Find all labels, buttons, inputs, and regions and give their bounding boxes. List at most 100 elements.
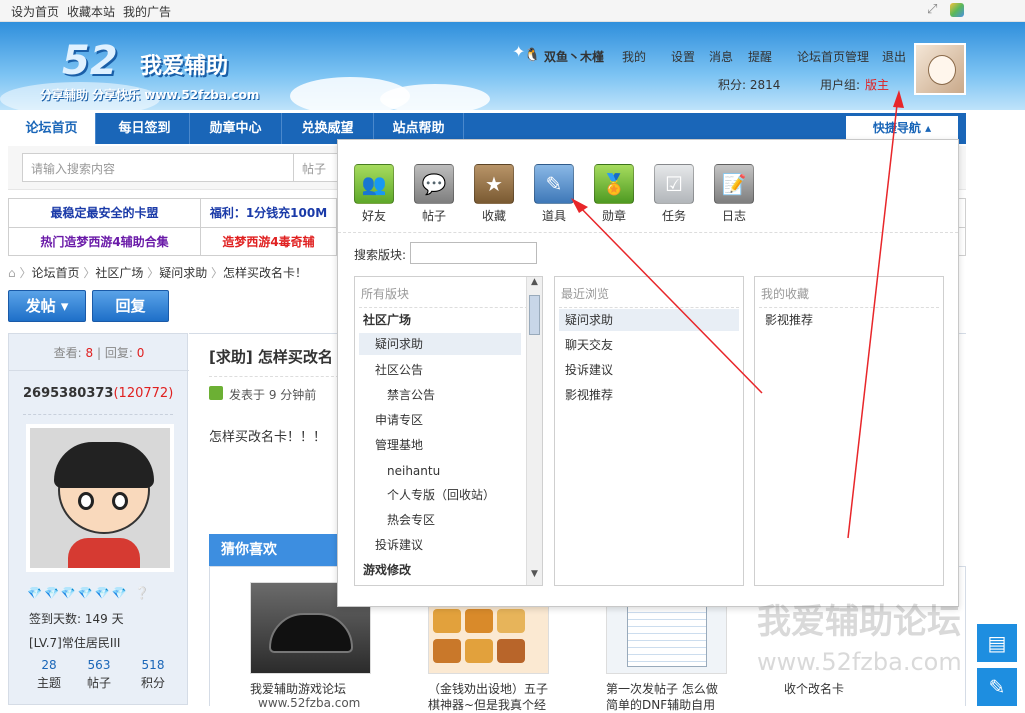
remind-link[interactable]: 提醒	[748, 48, 772, 65]
forum-item[interactable]: 申请专区	[375, 409, 423, 431]
messages-link[interactable]: 消息	[709, 48, 733, 65]
forum-item[interactable]: 社区广场	[363, 309, 411, 331]
logo-number: 52	[62, 38, 118, 84]
points-count[interactable]: 518	[133, 658, 173, 672]
favorites-icon[interactable]: ★	[474, 164, 514, 204]
posts-label: 帖子	[86, 676, 111, 690]
breadcrumb-current[interactable]: 怎样买改名卡！	[223, 266, 307, 280]
thread-title: [求助] 怎样买改名	[209, 348, 333, 366]
blog-label[interactable]: 日志	[709, 207, 759, 224]
topics-label: 主题	[36, 676, 61, 690]
recent-forums-panel: 最近浏览 疑问求助 聊天交友 投诉建议 影视推荐	[554, 276, 744, 586]
breadcrumb-qa[interactable]: 疑问求助	[159, 266, 207, 280]
qq-icon: 🐧	[524, 48, 541, 63]
recent-forum-item[interactable]: 影视推荐	[565, 384, 613, 406]
fullscreen-icon[interactable]: ⤢	[927, 2, 937, 17]
favorites-label[interactable]: 收藏	[469, 207, 519, 224]
guess-caption[interactable]: 第一次发帖子 怎么做	[606, 680, 718, 697]
blog-icon[interactable]: 📝	[714, 164, 754, 204]
watermark-url: www.52fzba.com	[757, 648, 962, 676]
logo-subtitle: 分享辅助 分享快乐 www.52fzba.com	[40, 88, 260, 102]
forum-item[interactable]: 禁言公告	[387, 384, 435, 406]
home-icon[interactable]: ⌂	[8, 266, 16, 280]
edit-icon[interactable]: ✎	[977, 668, 1017, 706]
post-time: 发表于 9 分钟前	[229, 388, 317, 402]
my-link[interactable]: 我的	[622, 48, 646, 65]
magic-wand-icon[interactable]: ✎	[534, 164, 574, 204]
breadcrumb: ⌂ 〉论坛首页 〉社区广场 〉疑问求助 〉怎样买改名卡！	[8, 266, 308, 280]
nav-home[interactable]: 论坛首页	[8, 113, 96, 144]
notepad-icon[interactable]: ▤	[977, 624, 1017, 662]
admin-link[interactable]: 论坛首页管理	[797, 48, 869, 65]
forum-item[interactable]: 投诉建议	[375, 534, 423, 556]
topics-count[interactable]: 28	[29, 658, 69, 672]
guess-caption[interactable]: （金钱劝出设地）五子	[428, 680, 548, 697]
favorite-forums-panel: 我的收藏 影视推荐	[754, 276, 944, 586]
scrollbar[interactable]: ▲ ▼	[526, 277, 542, 585]
my-ads-link[interactable]: 我的广告	[123, 3, 171, 20]
favorite-forum-item[interactable]: 影视推荐	[765, 309, 813, 331]
friends-icon[interactable]: 👥	[354, 164, 394, 204]
all-forums-panel: 所有版块 社区广场 疑问求助 社区公告 禁言公告 申请专区 管理基地 neiha…	[354, 276, 543, 586]
forum-item[interactable]: 疑问求助	[359, 333, 521, 355]
task-icon[interactable]: ☑	[654, 164, 694, 204]
top-bar: 设为首页 收藏本站 我的广告 ⤢	[0, 0, 1025, 22]
points-link[interactable]: 积分: 2814	[718, 76, 780, 93]
forum-item[interactable]: neihantu	[387, 460, 440, 482]
recent-forum-item[interactable]: 聊天交友	[565, 334, 613, 356]
skin-icon[interactable]	[950, 3, 964, 17]
site-header: 52 我爱辅助 分享辅助 分享快乐 www.52fzba.com ✦ 🐧 双鱼丶…	[0, 22, 1025, 116]
nav-signin[interactable]: 每日签到	[100, 113, 190, 144]
guess-caption[interactable]: 我爱辅助游戏论坛	[250, 680, 346, 697]
avatar[interactable]	[914, 43, 966, 95]
forum-item[interactable]: 游戏修改	[363, 559, 411, 581]
group-value[interactable]: 版主	[865, 76, 889, 93]
forum-item[interactable]: 管理基地	[375, 434, 423, 456]
author-avatar[interactable]	[26, 424, 174, 572]
breadcrumb-home[interactable]: 论坛首页	[31, 266, 79, 280]
posts-count[interactable]: 563	[79, 658, 119, 672]
settings-link[interactable]: 设置	[671, 48, 695, 65]
ad-link[interactable]: 造梦西游4毒奇辅	[201, 228, 337, 256]
forum-item[interactable]: 热会专区	[387, 509, 435, 531]
guess-title: 猜你喜欢	[209, 534, 337, 566]
medal-icon[interactable]: 🏅	[594, 164, 634, 204]
ad-link[interactable]: 福利：1分钱充100M	[201, 199, 337, 227]
favorite-link[interactable]: 收藏本站	[67, 3, 115, 20]
author-name: 2695380373(120772)	[23, 386, 174, 401]
props-label[interactable]: 道具	[529, 207, 579, 224]
logo-text: 我爱辅助	[140, 54, 229, 79]
username-link[interactable]: 双鱼丶木槿	[544, 48, 604, 65]
reply-button[interactable]: 回复	[92, 290, 169, 322]
threads-label[interactable]: 帖子	[409, 207, 459, 224]
medal-icons[interactable]: 💎💎💎💎💎💎 ❔	[27, 586, 151, 600]
forum-item[interactable]: 社区公告	[375, 359, 423, 381]
author-panel: 查看: 8 | 回复: 0 2695380373(120772) 💎💎💎💎💎💎 …	[8, 333, 189, 705]
author-level[interactable]: [LV.7]常住居民III	[29, 634, 120, 651]
friends-label[interactable]: 好友	[349, 207, 399, 224]
forum-search-input[interactable]	[410, 242, 537, 264]
recent-forum-item[interactable]: 疑问求助	[559, 309, 739, 331]
threads-icon[interactable]: 💬	[414, 164, 454, 204]
signin-days: 签到天数: 149 天	[29, 612, 124, 626]
online-icon	[209, 386, 223, 400]
recent-forum-item[interactable]: 投诉建议	[565, 359, 613, 381]
group-label: 用户组:	[820, 78, 861, 92]
search-type-select[interactable]: 帖子	[294, 153, 342, 182]
medal-label[interactable]: 勋章	[589, 207, 639, 224]
task-label[interactable]: 任务	[649, 207, 699, 224]
guess-caption[interactable]: 收个改名卡	[784, 680, 844, 697]
quick-nav-popup: 👥 好友 💬 帖子 ★ 收藏 ✎ 道具 🏅 勋章 ☑ 任务 📝 日志 搜索版块:…	[337, 139, 959, 607]
ad-link[interactable]: 最稳定最安全的卡盟	[9, 199, 201, 227]
nav-medals[interactable]: 勋章中心	[190, 113, 282, 144]
ad-link[interactable]: 热门造梦西游4辅助合集	[9, 228, 201, 256]
watermark-text: 我爱辅助论坛	[757, 602, 961, 642]
set-home-link[interactable]: 设为首页	[11, 3, 59, 20]
breadcrumb-community[interactable]: 社区广场	[95, 266, 143, 280]
quick-nav-button[interactable]: 快捷导航 ▴	[846, 116, 958, 141]
logout-link[interactable]: 退出	[882, 48, 906, 65]
search-input[interactable]: 请输入搜索内容	[22, 153, 294, 182]
forum-item[interactable]: 个人专版（回收站）	[387, 484, 495, 506]
points-label: 积分	[140, 676, 165, 690]
new-post-button[interactable]: 发帖 ▾	[8, 290, 86, 322]
